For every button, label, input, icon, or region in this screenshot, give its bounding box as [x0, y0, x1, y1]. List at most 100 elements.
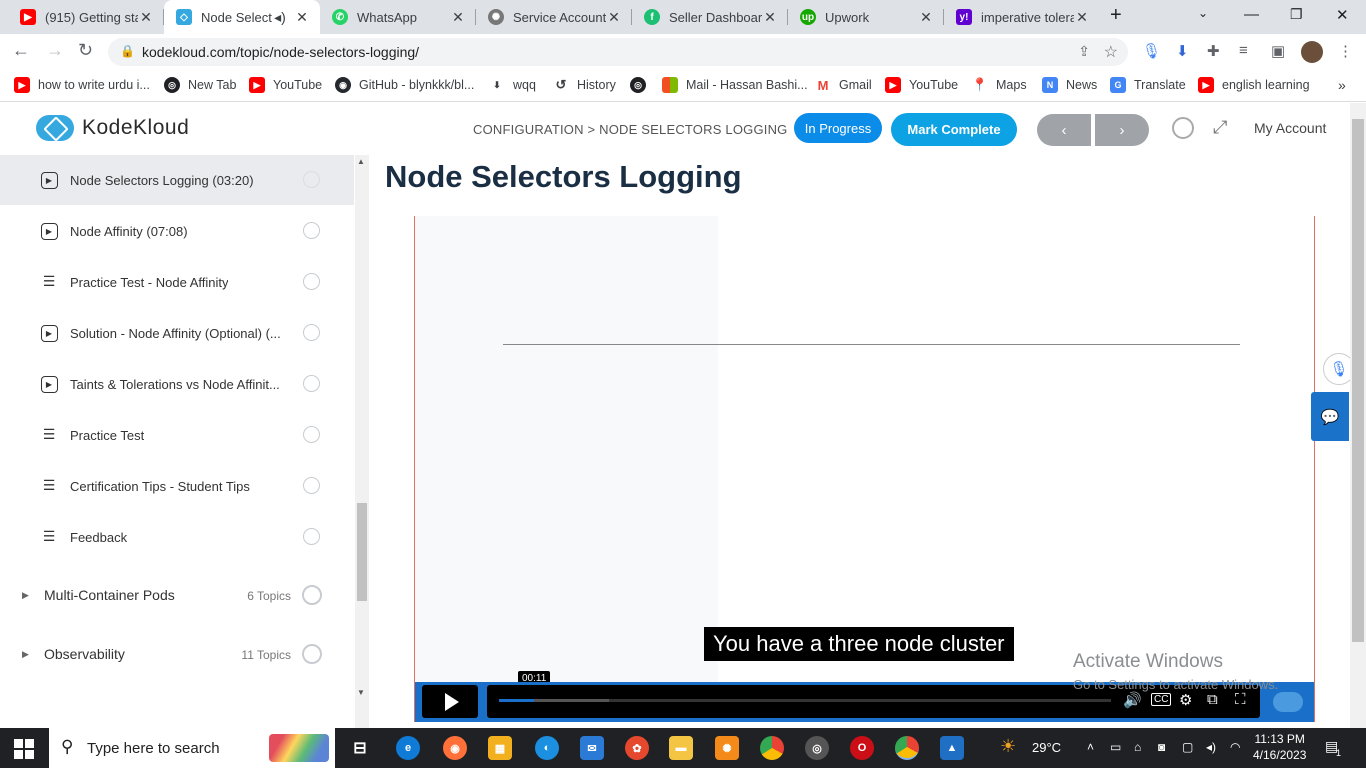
network-icon[interactable]: ⌂ — [1134, 740, 1141, 754]
completion-circle[interactable] — [303, 528, 320, 545]
bookmark-item[interactable]: ⬇ wqq — [489, 77, 536, 93]
opera-icon[interactable]: O — [850, 736, 874, 760]
extensions-icon[interactable]: ✚ — [1207, 42, 1220, 60]
weather-temperature[interactable]: 29°C — [1032, 740, 1061, 755]
bookmark-item[interactable]: 📍 Maps — [972, 77, 1027, 93]
download-extension-icon[interactable]: ⬇ — [1176, 42, 1189, 60]
close-icon[interactable]: ✕ — [294, 9, 310, 26]
wifi-icon[interactable]: ◠ — [1230, 740, 1240, 754]
completion-circle[interactable] — [303, 426, 320, 443]
forward-icon[interactable]: → — [46, 40, 64, 61]
battery-icon[interactable]: ▭ — [1110, 740, 1121, 754]
mail-icon[interactable]: ✉ — [580, 736, 604, 760]
tab-upwork[interactable]: up Upwork ✕ — [788, 0, 944, 34]
close-icon[interactable]: ✕ — [606, 9, 622, 26]
lesson-item[interactable]: ☰ Practice Test — [0, 410, 354, 460]
settings-app-icon[interactable]: ✺ — [715, 736, 739, 760]
weather-icon[interactable]: ☀ — [1000, 736, 1016, 757]
edge-icon[interactable]: e — [396, 736, 420, 760]
sidebar-scrollbar-thumb[interactable] — [357, 503, 367, 601]
chat-bubble-icon[interactable]: 💬 — [1311, 392, 1349, 441]
lesson-item[interactable]: ☰ Feedback — [0, 512, 354, 562]
completion-circle[interactable] — [303, 324, 320, 341]
play-button[interactable] — [422, 685, 478, 718]
chrome-active-icon[interactable] — [895, 736, 919, 760]
video-player[interactable]: You have a three node cluster 00:11 🔊 CC… — [414, 216, 1315, 722]
tab-service-account[interactable]: ✺ Service Account ✕ — [476, 0, 632, 34]
microphone-extension-icon[interactable]: 🎙 — [1142, 42, 1161, 60]
page-scrollbar-thumb[interactable] — [1352, 119, 1364, 642]
close-icon[interactable]: ✕ — [762, 9, 778, 26]
new-tab-icon[interactable]: + — [1110, 4, 1122, 27]
app-icon[interactable]: ◎ — [805, 736, 829, 760]
bookmark-item[interactable]: G Translate — [1110, 77, 1186, 93]
window-close-icon[interactable]: ✕ — [1336, 6, 1349, 24]
taskbar-search-box[interactable]: ⚲ Type here to search — [49, 728, 335, 768]
mark-complete-button[interactable]: Mark Complete — [891, 113, 1017, 146]
settings-gear-icon[interactable]: ⚙ — [1179, 691, 1192, 709]
mute-icon[interactable]: ◂) — [272, 9, 288, 26]
bookmark-item[interactable]: ▶ YouTube — [885, 77, 958, 93]
task-view-icon[interactable]: ⊟ — [348, 736, 372, 760]
kodekloud-logo[interactable]: KodeKloud — [36, 115, 189, 141]
my-account-link[interactable]: My Account — [1254, 120, 1326, 136]
close-icon[interactable]: ✕ — [138, 9, 154, 26]
menu-icon[interactable]: ⋮ — [1338, 42, 1353, 60]
page-scrollbar[interactable] — [1350, 103, 1366, 728]
fullscreen-icon[interactable]: ⛶ — [1235, 691, 1246, 708]
system-clock[interactable]: 11:13 PM 4/16/2023 — [1253, 731, 1306, 763]
sidebar-scrollbar[interactable] — [355, 155, 369, 728]
bookmark-item[interactable]: ◎ New Tab — [164, 77, 236, 93]
tab-youtube[interactable]: ▶ (915) Getting started ✕ — [8, 0, 164, 34]
lesson-item[interactable]: ☰ Certification Tips - Student Tips — [0, 461, 354, 511]
bookmark-item[interactable]: ↺ History — [553, 77, 616, 93]
show-hidden-icons-icon[interactable]: ˄ — [1087, 740, 1094, 754]
tab-search-chevron-icon[interactable]: ⌄ — [1198, 6, 1208, 20]
scroll-up-arrow-icon[interactable]: ▲ — [357, 157, 365, 166]
media-control-icon[interactable]: ≡ — [1239, 42, 1248, 59]
microsoft-store-icon[interactable]: ▦ — [488, 736, 512, 760]
bookmark-item[interactable]: ▶ YouTube — [249, 77, 322, 93]
lesson-item[interactable]: ▶ Node Affinity (07:08) — [0, 206, 354, 256]
display-icon[interactable]: ▢ — [1182, 740, 1193, 754]
close-icon[interactable]: ✕ — [1074, 9, 1090, 26]
course-section[interactable]: ▶ Observability 11 Topics — [0, 628, 354, 678]
completion-circle[interactable] — [303, 477, 320, 494]
completion-circle[interactable] — [303, 375, 320, 392]
windows-start-icon[interactable] — [14, 739, 34, 759]
lesson-item[interactable]: ▶ Node Selectors Logging (03:20) — [0, 155, 354, 205]
completion-circle[interactable] — [303, 171, 320, 188]
bookmark-item[interactable]: N News — [1042, 77, 1097, 93]
chrome-icon[interactable] — [760, 736, 784, 760]
minimize-icon[interactable]: — — [1244, 6, 1259, 23]
side-panel-icon[interactable]: ▣ — [1271, 42, 1285, 60]
lesson-item[interactable]: ☰ Practice Test - Node Affinity — [0, 257, 354, 307]
section-completion-circle[interactable] — [302, 585, 322, 605]
app-icon[interactable]: ✿ — [625, 736, 649, 760]
next-lesson-button[interactable]: › — [1095, 114, 1149, 146]
completion-circle[interactable] — [303, 273, 320, 290]
volume-icon[interactable]: 🔊 — [1123, 691, 1142, 709]
tab-yahoo[interactable]: y! imperative tolera ✕ — [944, 0, 1100, 34]
bookmark-item[interactable]: Mail - Hassan Bashi... — [662, 77, 808, 93]
firefox-icon[interactable]: ◉ — [443, 736, 467, 760]
scroll-down-arrow-icon[interactable]: ▼ — [357, 688, 365, 697]
in-progress-badge[interactable]: In Progress — [794, 113, 882, 143]
restore-icon[interactable]: ❐ — [1290, 6, 1303, 23]
bookmark-star-icon[interactable]: ☆ — [1104, 42, 1118, 62]
vimeo-logo-icon[interactable] — [1273, 692, 1303, 712]
back-icon[interactable]: ← — [12, 40, 30, 61]
tab-seller-dashboard[interactable]: f Seller Dashboard ✕ — [632, 0, 788, 34]
address-bar[interactable]: 🔒 kodekloud.com/topic/node-selectors-log… — [108, 38, 1128, 66]
lesson-item[interactable]: ▶ Solution - Node Affinity (Optional) (.… — [0, 308, 354, 358]
camera-icon[interactable]: ◙ — [1158, 740, 1165, 754]
app-icon[interactable]: ◐ — [535, 736, 559, 760]
file-explorer-icon[interactable]: ▬ — [669, 736, 693, 760]
profile-avatar[interactable] — [1301, 41, 1323, 63]
picture-in-picture-icon[interactable]: ⧉ — [1207, 691, 1218, 708]
photos-icon[interactable]: ▲ — [940, 736, 964, 760]
more-bookmarks-icon[interactable]: » — [1338, 77, 1346, 93]
lesson-item[interactable]: ▶ Taints & Tolerations vs Node Affinit..… — [0, 359, 354, 409]
dark-mode-toggle-icon[interactable] — [1172, 117, 1194, 139]
bookmark-item[interactable]: ◎ — [630, 77, 654, 93]
